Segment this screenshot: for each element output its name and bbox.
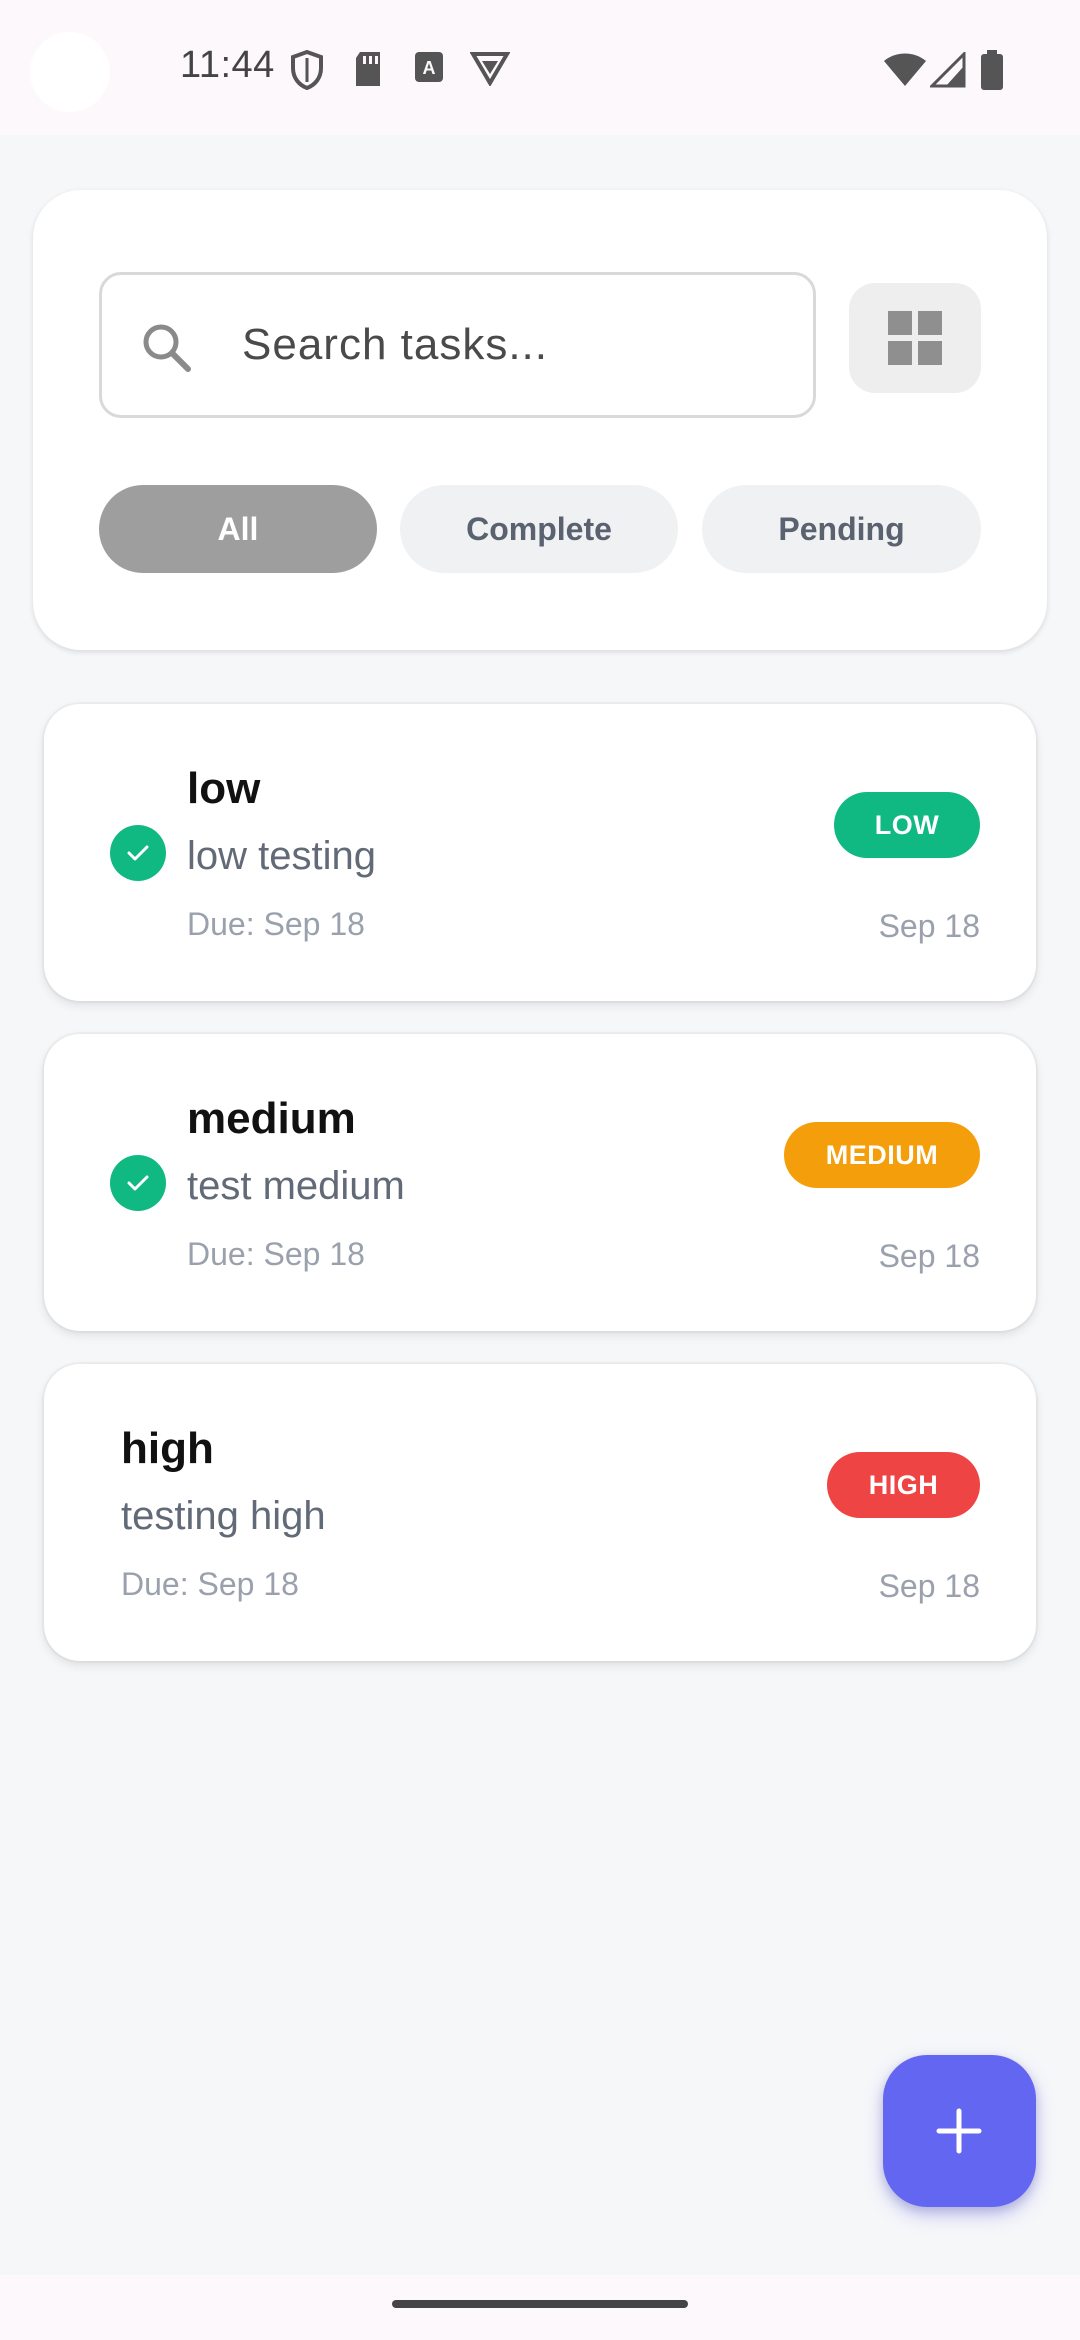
plus-icon [936,2108,982,2154]
completed-check-icon[interactable] [110,1155,166,1211]
filter-chip-pending[interactable]: Pending [702,485,981,573]
task-card-high[interactable]: high testing high Due: Sep 18 HIGH Sep 1… [44,1364,1036,1661]
task-created-date: Sep 18 [878,1568,980,1604]
task-due-date: Due: Sep 18 [187,1236,365,1272]
search-filter-card [33,190,1047,650]
task-title: low [187,764,261,813]
add-task-button[interactable] [883,2055,1036,2207]
grid-view-icon [888,311,942,370]
task-description: test medium [187,1164,405,1208]
vpn-icon [470,50,510,86]
battery-icon [980,50,1004,90]
svg-text:A: A [423,58,436,78]
task-title: high [121,1424,214,1473]
task-title: medium [187,1094,356,1143]
filter-chip-complete[interactable]: Complete [400,485,678,573]
home-gesture-handle[interactable] [392,2300,688,2308]
status-time: 11:44 [180,44,275,86]
wifi-icon [883,52,927,88]
keyboard-a-icon: A [413,50,445,84]
layout-toggle-button[interactable] [849,283,981,393]
task-description: testing high [121,1494,326,1538]
priority-badge-high: HIGH [827,1452,980,1518]
task-card-low[interactable]: low low testing Due: Sep 18 LOW Sep 18 [44,704,1036,1001]
task-created-date: Sep 18 [878,908,980,944]
search-field[interactable] [99,272,816,418]
search-input[interactable] [242,275,802,415]
task-description: low testing [187,834,376,878]
task-card-medium[interactable]: medium test medium Due: Sep 18 MEDIUM Se… [44,1034,1036,1331]
search-icon [140,321,192,378]
shield-icon [290,50,324,90]
completed-check-icon[interactable] [110,825,166,881]
sd-card-icon [352,50,384,88]
task-due-date: Due: Sep 18 [121,1566,299,1602]
camera-cutout [30,32,110,112]
filter-chip-all[interactable]: All [99,485,377,573]
status-bar: 11:44 A [0,0,1080,135]
signal-icon [930,52,966,88]
task-due-date: Due: Sep 18 [187,906,365,942]
priority-badge-low: LOW [834,792,980,858]
priority-badge-medium: MEDIUM [784,1122,980,1188]
task-created-date: Sep 18 [878,1238,980,1274]
